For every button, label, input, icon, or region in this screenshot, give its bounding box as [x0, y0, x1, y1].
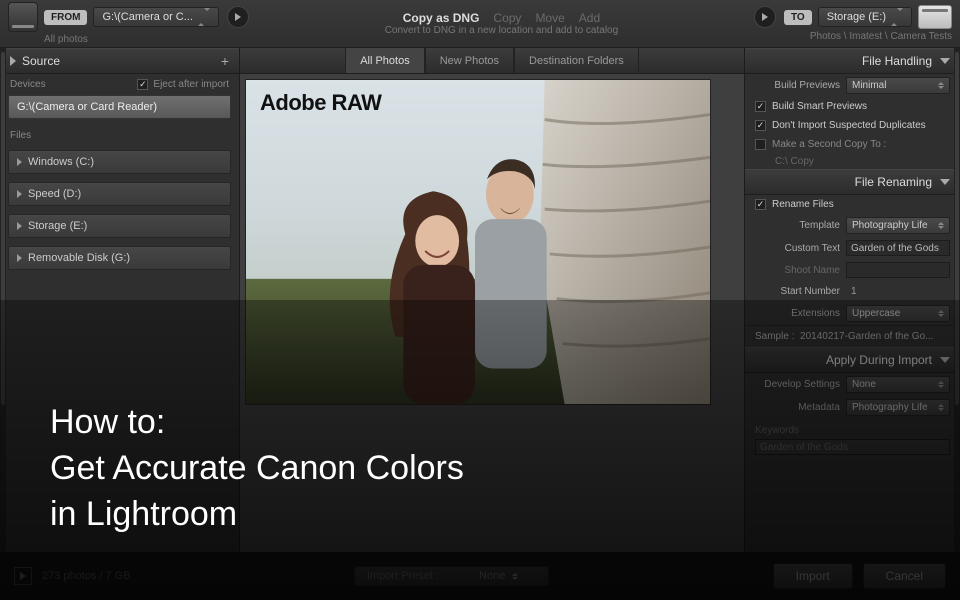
forward-arrow-icon[interactable] [227, 6, 249, 28]
dest-arrow-icon[interactable] [754, 6, 776, 28]
extensions-select[interactable]: Uppercase [846, 305, 950, 322]
shoot-name-input[interactable] [846, 262, 950, 278]
from-subtext: All photos [44, 34, 257, 45]
tab-all-photos[interactable]: All Photos [345, 48, 425, 73]
sample-row: Sample : 20140217-Garden of the Go... [745, 325, 960, 347]
import-mode-selector: Copy as DNG Copy Move Add Convert to DNG… [257, 11, 746, 36]
template-select[interactable]: Photography Life [846, 217, 950, 234]
preview-photo[interactable]: Adobe RAW [245, 79, 711, 405]
drive-item[interactable]: Removable Disk (G:) [8, 246, 231, 270]
shoot-name-row: Shoot Name [745, 259, 960, 281]
import-topbar: FROM G:\(Camera or C... All photos Copy … [0, 0, 960, 48]
rename-files-row[interactable]: Rename Files [745, 195, 960, 214]
mode-hint: Convert to DNG in a new location and add… [385, 25, 618, 36]
drive-item[interactable]: Storage (E:) [8, 214, 231, 238]
destination-location: TO Storage (E:) Photos \ Imatest \ Camer… [746, 5, 952, 42]
play-button[interactable] [14, 567, 32, 585]
expand-icon [10, 56, 16, 66]
files-subhead: Files [0, 125, 239, 146]
from-path-select[interactable]: G:\(Camera or C... [93, 7, 218, 27]
no-duplicates-checkbox[interactable] [755, 120, 766, 131]
chevron-right-icon [17, 222, 22, 230]
drive-icon [8, 2, 38, 32]
drive-item[interactable]: Windows (C:) [8, 150, 231, 174]
to-subtext: Photos \ Imatest \ Camera Tests [810, 31, 952, 42]
cancel-button[interactable]: Cancel [863, 563, 946, 589]
second-copy-path: C:\ Copy [745, 154, 960, 169]
build-previews-select[interactable]: Minimal [846, 77, 950, 94]
second-copy-row[interactable]: Make a Second Copy To : [745, 135, 960, 154]
chevron-right-icon [17, 158, 22, 166]
start-number-value: 1 [846, 284, 950, 299]
rename-files-checkbox[interactable] [755, 199, 766, 210]
file-handling-header[interactable]: File Handling [745, 48, 960, 74]
apply-title: Apply During Import [826, 353, 932, 367]
left-scrollbar[interactable] [0, 48, 6, 552]
tab-destination-folders[interactable]: Destination Folders [514, 48, 639, 73]
smart-previews-checkbox[interactable] [755, 101, 766, 112]
main-layout: Source + Devices Eject after import G:\(… [0, 48, 960, 552]
from-path-text: G:\(Camera or C... [102, 11, 192, 23]
to-badge: TO [784, 10, 812, 25]
eject-label: Eject after import [153, 79, 229, 90]
left-panel: Source + Devices Eject after import G:\(… [0, 48, 240, 552]
source-location: FROM G:\(Camera or C... All photos [8, 2, 257, 45]
files-label: Files [10, 130, 31, 141]
center-panel: All Photos New Photos Destination Folder… [240, 48, 744, 552]
metadata-select[interactable]: Photography Life [846, 399, 950, 416]
build-previews-label: Build Previews [774, 80, 840, 91]
apply-during-import-header[interactable]: Apply During Import [745, 347, 960, 373]
devices-subhead: Devices Eject after import [0, 74, 239, 95]
bottom-bar: 273 photos / 7 GB Import Preset : None I… [0, 552, 960, 600]
keywords-input[interactable] [755, 439, 950, 455]
selected-device[interactable]: G:\(Camera or Card Reader) [8, 95, 231, 119]
preview-area: Adobe RAW [240, 74, 744, 552]
import-preset-select[interactable]: Import Preset : None [354, 566, 550, 586]
mode-copy-dng[interactable]: Copy as DNG [403, 11, 480, 25]
mode-move[interactable]: Move [535, 11, 564, 25]
develop-settings-row: Develop SettingsNone [745, 373, 960, 396]
source-title: Source [22, 54, 60, 68]
metadata-row: MetadataPhotography Life [745, 396, 960, 419]
template-row: TemplatePhotography Life [745, 214, 960, 237]
add-source-button[interactable]: + [221, 53, 229, 69]
photo-count-stat: 273 photos / 7 GB [42, 570, 131, 582]
start-number-row: Start Number1 [745, 281, 960, 302]
import-button[interactable]: Import [773, 563, 853, 589]
source-panel-header[interactable]: Source + [0, 48, 239, 74]
custom-text-row: Custom Text [745, 237, 960, 259]
no-duplicates-row[interactable]: Don't Import Suspected Duplicates [745, 116, 960, 135]
file-handling-title: File Handling [862, 54, 932, 68]
collapse-icon [940, 179, 950, 185]
extensions-row: ExtensionsUppercase [745, 302, 960, 325]
from-badge: FROM [44, 10, 87, 25]
chevron-right-icon [17, 190, 22, 198]
custom-text-input[interactable] [846, 240, 950, 256]
eject-checkbox-row[interactable]: Eject after import [137, 79, 229, 90]
second-copy-checkbox[interactable] [755, 139, 766, 150]
hard-drive-icon [918, 5, 952, 29]
build-previews-row: Build Previews Minimal [745, 74, 960, 97]
right-scrollbar[interactable] [954, 48, 960, 552]
file-renaming-title: File Renaming [855, 175, 932, 189]
chevron-right-icon [17, 254, 22, 262]
mode-copy[interactable]: Copy [493, 11, 521, 25]
to-path-select[interactable]: Storage (E:) [818, 7, 912, 27]
collapse-icon [940, 58, 950, 64]
keywords-label-row: Keywords [745, 419, 960, 439]
tab-new-photos[interactable]: New Photos [425, 48, 514, 73]
devices-label: Devices [10, 79, 46, 90]
drive-item[interactable]: Speed (D:) [8, 182, 231, 206]
smart-previews-row[interactable]: Build Smart Previews [745, 97, 960, 116]
mode-add[interactable]: Add [579, 11, 600, 25]
center-tabs: All Photos New Photos Destination Folder… [240, 48, 744, 74]
to-path-text: Storage (E:) [827, 11, 886, 23]
file-renaming-header[interactable]: File Renaming [745, 169, 960, 195]
photo-overlay-label: Adobe RAW [260, 90, 381, 116]
eject-checkbox[interactable] [137, 79, 148, 90]
collapse-icon [940, 357, 950, 363]
right-panel: File Handling Build Previews Minimal Bui… [744, 48, 960, 552]
develop-settings-select[interactable]: None [846, 376, 950, 393]
